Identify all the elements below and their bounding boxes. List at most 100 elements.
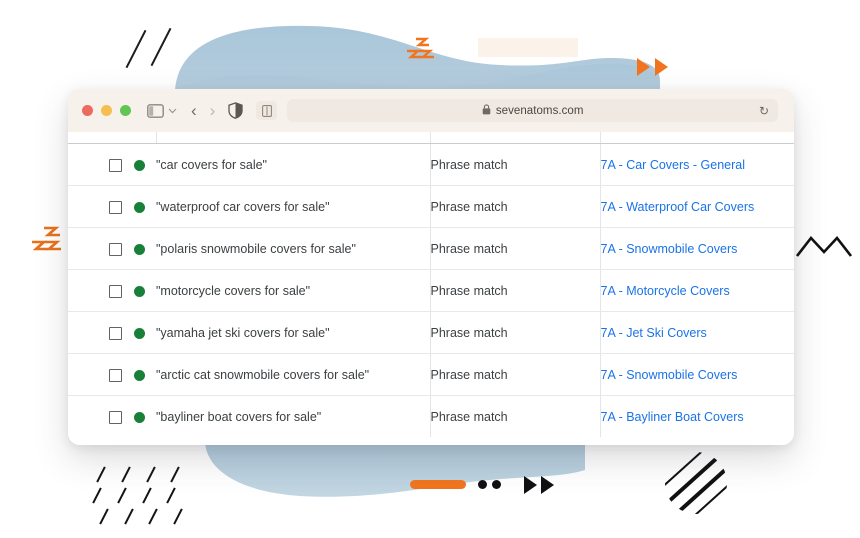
row-status-cell	[122, 269, 156, 312]
table-row[interactable]: "yamaha jet ski covers for sale" Phrase …	[68, 311, 794, 354]
chevron-down-icon[interactable]	[168, 108, 177, 114]
page-content: "car covers for sale" Phrase match 7A - …	[68, 132, 794, 445]
row-checkbox-cell[interactable]	[68, 396, 122, 438]
row-checkbox-cell[interactable]	[68, 185, 122, 228]
sidebar-icon[interactable]	[147, 103, 164, 118]
table-row[interactable]: "waterproof car covers for sale" Phrase …	[68, 185, 794, 228]
row-status-cell	[122, 185, 156, 228]
zigzag-orange-icon	[407, 37, 434, 59]
row-ad-group-cell[interactable]: 7A - Snowmobile Covers	[600, 227, 794, 270]
keyword-text: "car covers for sale"	[156, 157, 267, 172]
shield-icon[interactable]	[228, 102, 243, 119]
play-triangle-orange-icon	[637, 58, 650, 76]
keyword-text: "bayliner boat covers for sale"	[156, 409, 322, 424]
row-status-cell	[122, 227, 156, 270]
status-enabled-icon	[133, 369, 145, 381]
table-row[interactable]: "bayliner boat covers for sale" Phrase m…	[68, 395, 794, 438]
keyword-text: "waterproof car covers for sale"	[156, 199, 330, 214]
back-button[interactable]: ‹	[191, 102, 197, 119]
row-checkbox[interactable]	[109, 158, 122, 172]
row-keyword-cell: "polaris snowmobile covers for sale"	[156, 227, 431, 270]
window-controls[interactable]	[82, 105, 131, 116]
browser-window: ‹ › sevenatoms.com ↻ "car covers for sal…	[68, 89, 794, 445]
status-enabled-icon	[133, 327, 145, 339]
browser-titlebar: ‹ › sevenatoms.com ↻	[68, 89, 794, 132]
url-text: sevenatoms.com	[495, 104, 584, 117]
row-keyword-cell: "motorcycle covers for sale"	[156, 269, 431, 312]
keyword-text: "yamaha jet ski covers for sale"	[156, 325, 330, 340]
zoom-window-button[interactable]	[120, 105, 131, 116]
forward-button[interactable]: ›	[210, 102, 216, 119]
row-match-type-cell: Phrase match	[430, 185, 601, 228]
ad-group-link[interactable]: 7A - Bayliner Boat Covers	[601, 410, 744, 424]
row-checkbox-cell[interactable]	[68, 227, 122, 270]
row-keyword-cell: "waterproof car covers for sale"	[156, 185, 431, 228]
row-ad-group-cell[interactable]: 7A - Snowmobile Covers	[600, 353, 794, 396]
table-row[interactable]: "motorcycle covers for sale" Phrase matc…	[68, 269, 794, 312]
reload-icon[interactable]: ↻	[759, 105, 769, 117]
orange-pill-decor	[410, 480, 466, 489]
row-checkbox[interactable]	[109, 410, 122, 424]
row-checkbox[interactable]	[109, 368, 122, 382]
keywords-table: "car covers for sale" Phrase match 7A - …	[68, 132, 794, 437]
status-enabled-icon	[133, 285, 145, 297]
row-status-cell	[122, 353, 156, 396]
ad-group-link[interactable]: 7A - Car Covers - General	[601, 158, 746, 172]
row-ad-group-cell[interactable]: 7A - Motorcycle Covers	[600, 269, 794, 312]
row-keyword-cell: "car covers for sale"	[156, 143, 431, 186]
ad-group-link[interactable]: 7A - Snowmobile Covers	[601, 242, 738, 256]
keyword-text: "arctic cat snowmobile covers for sale"	[156, 367, 370, 382]
ad-group-link[interactable]: 7A - Snowmobile Covers	[601, 368, 738, 382]
status-enabled-icon	[133, 201, 145, 213]
close-window-button[interactable]	[82, 105, 93, 116]
play-triangle-black-icon	[524, 476, 537, 494]
row-status-cell	[122, 396, 156, 438]
row-keyword-cell: "bayliner boat covers for sale"	[156, 395, 431, 437]
lock-icon	[482, 102, 491, 120]
reader-mode-icon[interactable]	[256, 101, 278, 120]
ad-group-link[interactable]: 7A - Motorcycle Covers	[601, 284, 730, 298]
row-match-type-cell: Phrase match	[430, 143, 601, 186]
status-enabled-icon	[133, 411, 145, 423]
dot-decor	[492, 480, 501, 489]
ad-group-link[interactable]: 7A - Jet Ski Covers	[601, 326, 707, 340]
table-row[interactable]: "car covers for sale" Phrase match 7A - …	[68, 143, 794, 186]
ad-group-link[interactable]: 7A - Waterproof Car Covers	[601, 200, 755, 214]
dot-decor	[478, 480, 487, 489]
row-ad-group-cell[interactable]: 7A - Jet Ski Covers	[600, 311, 794, 354]
keyword-text: "polaris snowmobile covers for sale"	[156, 241, 356, 256]
table-row[interactable]: "polaris snowmobile covers for sale" Phr…	[68, 227, 794, 270]
play-triangle-black-icon	[541, 476, 554, 494]
row-checkbox-cell[interactable]	[68, 311, 122, 354]
row-checkbox-cell[interactable]	[68, 143, 122, 186]
row-match-type-cell: Phrase match	[430, 353, 601, 396]
row-status-cell	[122, 311, 156, 354]
play-triangle-orange-icon	[655, 58, 668, 76]
row-match-type-cell: Phrase match	[430, 311, 601, 354]
row-status-cell	[122, 143, 156, 186]
row-checkbox[interactable]	[109, 200, 122, 214]
status-enabled-icon	[133, 243, 145, 255]
row-checkbox-cell[interactable]	[68, 353, 122, 396]
beige-rectangle-decor	[478, 38, 578, 57]
row-match-type-cell: Phrase match	[430, 395, 601, 437]
row-ad-group-cell[interactable]: 7A - Bayliner Boat Covers	[600, 396, 794, 438]
hatched-circle-decor	[665, 452, 727, 514]
status-enabled-icon	[133, 159, 145, 171]
minimize-window-button[interactable]	[101, 105, 112, 116]
row-checkbox[interactable]	[109, 284, 122, 298]
table-row[interactable]: "arctic cat snowmobile covers for sale" …	[68, 353, 794, 396]
zigzag-orange-icon	[32, 226, 61, 251]
row-match-type-cell: Phrase match	[430, 227, 601, 270]
row-checkbox[interactable]	[109, 242, 122, 256]
row-ad-group-cell[interactable]: 7A - Car Covers - General	[600, 143, 794, 186]
row-checkbox[interactable]	[109, 326, 122, 340]
row-keyword-cell: "yamaha jet ski covers for sale"	[156, 311, 431, 354]
keyword-text: "motorcycle covers for sale"	[156, 283, 311, 298]
row-match-type-cell: Phrase match	[430, 269, 601, 312]
address-bar[interactable]: sevenatoms.com ↻	[287, 99, 778, 122]
row-checkbox-cell[interactable]	[68, 269, 122, 312]
row-ad-group-cell[interactable]: 7A - Waterproof Car Covers	[600, 185, 794, 228]
row-keyword-cell: "arctic cat snowmobile covers for sale"	[156, 353, 431, 396]
chevron-zigzag-decor	[795, 235, 853, 257]
